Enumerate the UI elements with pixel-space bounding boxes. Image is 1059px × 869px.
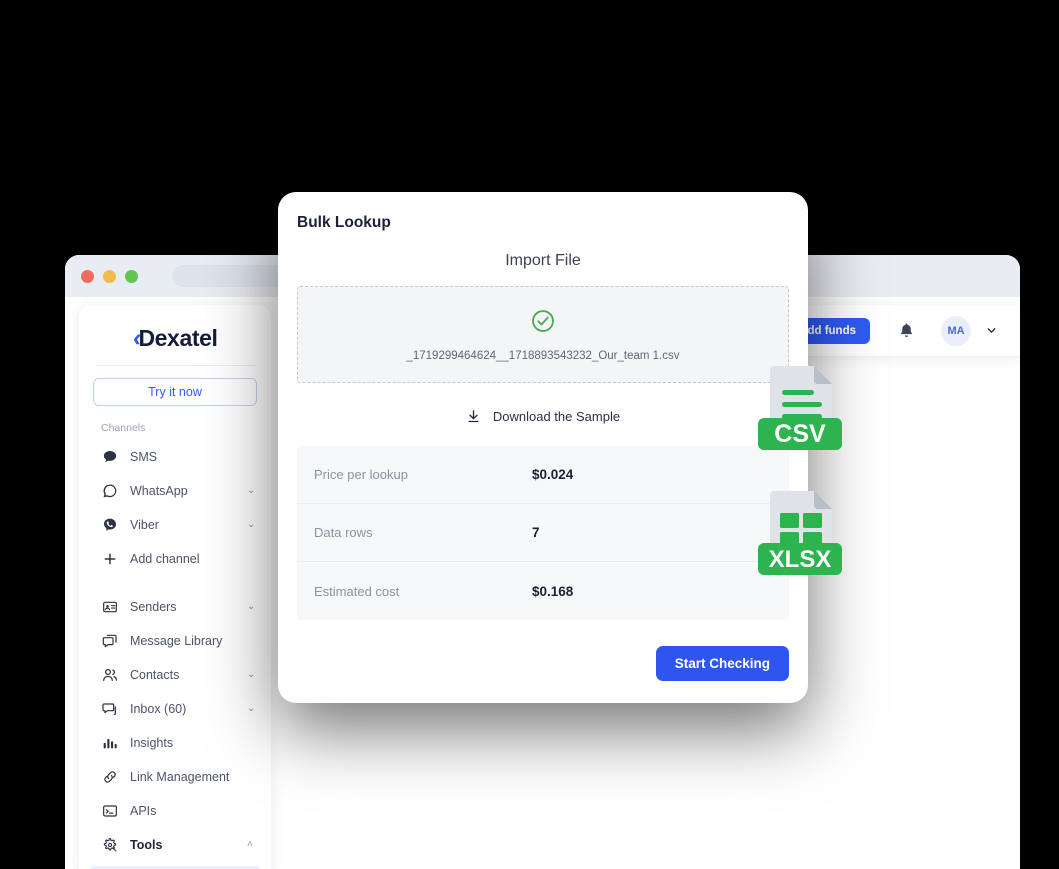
start-checking-button[interactable]: Start Checking [655, 646, 789, 681]
download-sample-link[interactable]: Download the Sample [297, 409, 789, 424]
sidebar-item-label: Senders [130, 600, 177, 614]
summary-label: Estimated cost [314, 583, 400, 599]
inbox-icon [101, 700, 119, 718]
sidebar-item-whatsapp[interactable]: WhatsApp ⌄ [79, 474, 271, 508]
whatsapp-icon [101, 482, 119, 500]
xlsx-file-label: XLSX [769, 546, 832, 573]
lookup-summary-table: Price per lookup $0.024 Data rows 7 Esti… [297, 446, 789, 620]
summary-label: Price per lookup [314, 467, 408, 482]
sidebar-item-senders[interactable]: Senders ⌄ [79, 590, 271, 624]
sidebar-divider [95, 365, 255, 366]
sidebar-item-inbox[interactable]: Inbox (60) ⌄ [79, 692, 271, 726]
viber-icon [101, 516, 119, 534]
chevron-down-icon[interactable]: ⌄ [247, 520, 257, 530]
summary-value: $0.168 [532, 583, 574, 599]
file-dropzone[interactable]: _1719299464624__1718893543232_Our_team 1… [297, 286, 789, 383]
sidebar-item-sms[interactable]: SMS [79, 440, 271, 474]
sidebar-item-label: Link Management [130, 770, 230, 784]
window-maximize-button[interactable] [125, 269, 138, 283]
summary-value: 7 [532, 525, 540, 540]
sidebar-item-tools[interactable]: Tools ˄ [79, 828, 271, 862]
sidebar-item-label: Contacts [130, 668, 180, 682]
apis-icon [101, 802, 119, 820]
screenshot-stage: Add funds MA ‹ Dexatel Try it now Channe… [0, 0, 1059, 869]
link-management-icon [101, 768, 119, 786]
sidebar-item-label: Add channel [130, 552, 200, 566]
bell-icon[interactable] [898, 322, 915, 339]
sidebar-item-apis[interactable]: APIs [79, 794, 271, 828]
sidebar-item-link-management[interactable]: Link Management [79, 760, 271, 794]
check-circle-icon [530, 308, 556, 339]
chevron-down-icon[interactable] [985, 324, 998, 337]
xlsx-file-icon: XLSX [756, 487, 848, 579]
chevron-down-icon[interactable]: ⌄ [247, 602, 257, 612]
uploaded-filename: _1719299464624__1718893543232_Our_team 1… [406, 349, 680, 362]
download-icon [466, 409, 481, 424]
sidebar-item-add-channel[interactable]: Add channel [79, 542, 271, 576]
senders-icon [101, 598, 119, 616]
modal-title: Bulk Lookup [297, 214, 391, 231]
sidebar-item-label: Tools [130, 838, 163, 852]
table-row: Estimated cost $0.168 [297, 562, 789, 620]
sidebar-item-label: SMS [130, 450, 158, 464]
chevron-up-icon[interactable]: ˄ [247, 840, 257, 850]
chevron-down-icon[interactable]: ⌄ [247, 670, 257, 680]
avatar[interactable]: MA [941, 315, 971, 346]
sidebar-item-label: WhatsApp [130, 484, 188, 498]
sidebar-item-label: Inbox (60) [130, 702, 187, 716]
try-it-now-button[interactable]: Try it now [93, 378, 257, 406]
summary-value: $0.024 [532, 467, 574, 482]
sidebar-item-label: Viber [130, 518, 159, 532]
modal-footer: Start Checking [297, 646, 789, 681]
sidebar-item-viber[interactable]: Viber ⌄ [79, 508, 271, 542]
download-sample-label: Download the Sample [492, 409, 621, 424]
brand-logo: ‹ Dexatel [79, 319, 271, 357]
sidebar-item-contacts[interactable]: Contacts ⌄ [79, 658, 271, 692]
sidebar-item-label: Message Library [130, 634, 223, 648]
tools-icon [101, 836, 119, 854]
contacts-icon [101, 666, 119, 684]
bulk-lookup-modal: Bulk Lookup Import File _1719299464624__… [278, 192, 808, 703]
sms-icon [101, 448, 119, 466]
table-row: Data rows 7 [297, 504, 789, 562]
message-library-icon [101, 632, 119, 650]
csv-file-icon: CSV [756, 362, 848, 454]
chevron-down-icon[interactable]: ⌄ [247, 704, 257, 714]
brand-name: Dexatel [138, 324, 218, 351]
plus-icon [101, 550, 119, 568]
window-close-button[interactable] [81, 269, 94, 283]
summary-label: Data rows [314, 525, 373, 540]
sidebar-section-channels: Channels [101, 422, 146, 434]
import-file-heading: Import File [505, 252, 581, 269]
sidebar-item-message-library[interactable]: Message Library [79, 624, 271, 658]
window-minimize-button[interactable] [103, 269, 116, 283]
csv-file-label: CSV [774, 420, 826, 448]
insights-icon [101, 734, 119, 752]
table-row: Price per lookup $0.024 [297, 446, 789, 504]
chevron-down-icon[interactable]: ⌄ [247, 486, 257, 496]
sidebar-item-label: Insights [130, 736, 174, 750]
sidebar: ‹ Dexatel Try it now Channels SMS WhatsA… [79, 305, 271, 869]
sidebar-item-label: APIs [130, 804, 157, 818]
sidebar-item-insights[interactable]: Insights [79, 726, 271, 760]
